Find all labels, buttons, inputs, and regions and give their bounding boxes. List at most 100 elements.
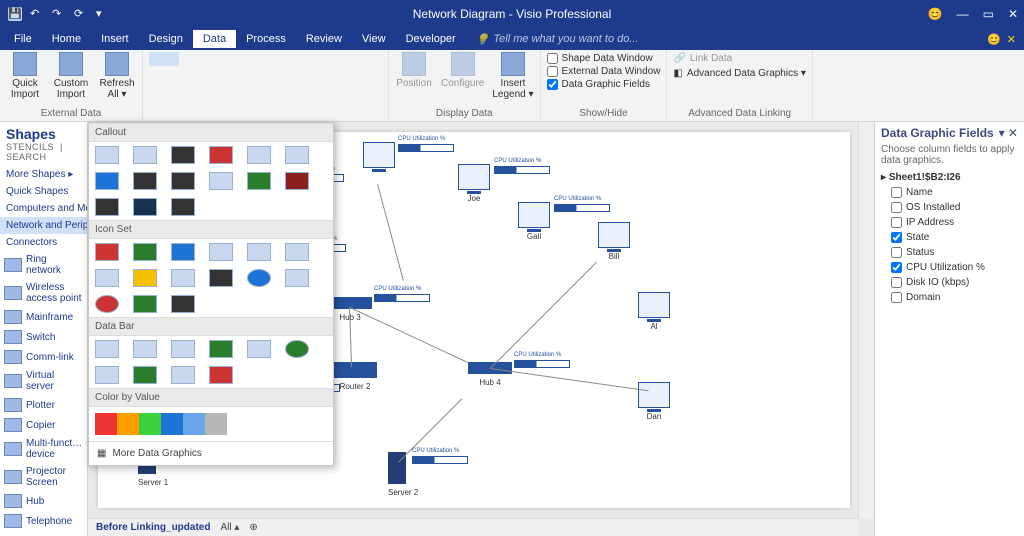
redo-icon[interactable]: ↷ bbox=[52, 7, 66, 21]
shape-item[interactable]: Mainframe bbox=[0, 307, 87, 327]
shape-item[interactable]: Multi-funct… device bbox=[0, 435, 87, 463]
node-bill[interactable]: Bill bbox=[598, 222, 630, 261]
shape-item[interactable]: Telephone bbox=[0, 511, 87, 531]
color-swatch[interactable] bbox=[95, 413, 117, 435]
color-swatch[interactable] bbox=[205, 413, 227, 435]
dgf-root[interactable]: ▸ Sheet1!$B2:I26 bbox=[881, 170, 1018, 185]
callout-option[interactable] bbox=[133, 172, 157, 190]
databar-option[interactable] bbox=[171, 366, 195, 384]
dgf-field[interactable]: State bbox=[881, 230, 1018, 245]
databar-option[interactable] bbox=[133, 340, 157, 358]
databar-option[interactable] bbox=[209, 340, 233, 358]
databar-option[interactable] bbox=[133, 366, 157, 384]
quick-import-button[interactable]: Quick Import bbox=[6, 52, 44, 100]
shape-item[interactable]: Wireless access point bbox=[0, 279, 87, 307]
iconset-option[interactable] bbox=[247, 269, 271, 287]
tab-developer[interactable]: Developer bbox=[396, 30, 466, 48]
callout-option[interactable] bbox=[95, 198, 119, 216]
color-swatch[interactable] bbox=[139, 413, 161, 435]
color-swatch[interactable] bbox=[183, 413, 205, 435]
dgf-field[interactable]: CPU Utilization % bbox=[881, 260, 1018, 275]
node-gail[interactable]: Gail bbox=[518, 202, 550, 241]
more-data-graphics[interactable]: ▦More Data Graphics bbox=[89, 441, 333, 465]
iconset-option[interactable] bbox=[209, 243, 233, 261]
tab-home[interactable]: Home bbox=[42, 30, 91, 48]
node-al[interactable]: Al bbox=[638, 292, 670, 331]
callout-option[interactable] bbox=[171, 146, 195, 164]
qat-more-icon[interactable]: ▾ bbox=[96, 7, 110, 21]
dgf-field[interactable]: OS Installed bbox=[881, 200, 1018, 215]
tab-data[interactable]: Data bbox=[193, 30, 236, 48]
databar-option[interactable] bbox=[95, 366, 119, 384]
iconset-option[interactable] bbox=[247, 243, 271, 261]
node-hub4[interactable]: Hub 4 bbox=[468, 362, 512, 387]
dgf-field[interactable]: Domain bbox=[881, 290, 1018, 305]
databar-option[interactable] bbox=[209, 366, 233, 384]
insert-legend-button[interactable]: Insert Legend ▾ bbox=[492, 52, 533, 100]
iconset-option[interactable] bbox=[171, 269, 195, 287]
emoji-help-icon[interactable]: 😊 ✕ bbox=[987, 33, 1016, 46]
databar-option[interactable] bbox=[247, 340, 271, 358]
shape-item[interactable]: Switch bbox=[0, 327, 87, 347]
callout-option[interactable] bbox=[95, 172, 119, 190]
databar-option[interactable] bbox=[285, 340, 309, 358]
iconset-option[interactable] bbox=[133, 243, 157, 261]
sheet-tab[interactable]: Before Linking_updated bbox=[96, 522, 210, 533]
all-pages[interactable]: All ▴ bbox=[220, 522, 239, 533]
iconset-option[interactable] bbox=[171, 243, 195, 261]
callout-option[interactable] bbox=[133, 146, 157, 164]
iconset-option[interactable] bbox=[285, 269, 309, 287]
position-button[interactable]: Position bbox=[395, 52, 433, 89]
callout-option[interactable] bbox=[171, 172, 195, 190]
custom-import-button[interactable]: Custom Import bbox=[52, 52, 90, 100]
databar-option[interactable] bbox=[95, 340, 119, 358]
node-pc-top[interactable] bbox=[363, 142, 395, 168]
more-shapes-link[interactable]: More Shapes ▸ bbox=[0, 166, 87, 183]
refresh-icon[interactable]: ⟳ bbox=[74, 7, 88, 21]
shape-item[interactable]: Hub bbox=[0, 491, 87, 511]
shape-item[interactable]: Plotter bbox=[0, 395, 87, 415]
tab-design[interactable]: Design bbox=[139, 30, 193, 48]
iconset-option[interactable] bbox=[133, 269, 157, 287]
advanced-dg-button[interactable]: ◧Advanced Data Graphics ▾ bbox=[673, 67, 805, 80]
tab-insert[interactable]: Insert bbox=[91, 30, 139, 48]
color-swatch[interactable] bbox=[161, 413, 183, 435]
callout-option[interactable] bbox=[209, 146, 233, 164]
color-swatch[interactable] bbox=[117, 413, 139, 435]
shapes-subtabs[interactable]: STENCILS | SEARCH bbox=[0, 142, 87, 166]
tab-view[interactable]: View bbox=[352, 30, 396, 48]
dgf-field[interactable]: IP Address bbox=[881, 215, 1018, 230]
link-data-button[interactable]: 🔗Link Data bbox=[673, 52, 732, 65]
undo-icon[interactable]: ↶ bbox=[30, 7, 44, 21]
network-peripherals-link[interactable]: Network and Peripherals bbox=[0, 217, 87, 234]
dgf-field[interactable]: Name bbox=[881, 185, 1018, 200]
quick-shapes-link[interactable]: Quick Shapes bbox=[0, 183, 87, 200]
shape-item[interactable]: Ring network bbox=[0, 251, 87, 279]
tab-review[interactable]: Review bbox=[296, 30, 352, 48]
iconset-option[interactable] bbox=[95, 295, 119, 313]
node-router2[interactable]: Router 2 bbox=[333, 362, 377, 391]
tab-file[interactable]: File bbox=[4, 30, 42, 48]
callout-option[interactable] bbox=[285, 172, 309, 190]
iconset-option[interactable] bbox=[95, 269, 119, 287]
iconset-option[interactable] bbox=[209, 269, 233, 287]
vertical-scrollbar[interactable] bbox=[858, 122, 874, 518]
minimize-icon[interactable]: — bbox=[957, 7, 969, 21]
dgf-field[interactable]: Status bbox=[881, 245, 1018, 260]
databar-option[interactable] bbox=[171, 340, 195, 358]
shape-item[interactable]: Virtual server bbox=[0, 367, 87, 395]
tell-me[interactable]: 💡Tell me what you want to do... bbox=[476, 33, 639, 46]
dgf-field[interactable]: Disk IO (kbps) bbox=[881, 275, 1018, 290]
configure-button[interactable]: Configure bbox=[441, 52, 484, 89]
connectors-link[interactable]: Connectors bbox=[0, 234, 87, 251]
shape-item[interactable]: Projector Screen bbox=[0, 463, 87, 491]
maximize-icon[interactable]: ▭ bbox=[983, 7, 994, 21]
close-icon[interactable]: ✕ bbox=[1008, 7, 1018, 21]
callout-option[interactable] bbox=[171, 198, 195, 216]
callout-option[interactable] bbox=[95, 146, 119, 164]
shape-item[interactable]: Copier bbox=[0, 415, 87, 435]
shape-item[interactable]: Comm-link bbox=[0, 347, 87, 367]
callout-option[interactable] bbox=[133, 198, 157, 216]
iconset-option[interactable] bbox=[95, 243, 119, 261]
ribbon-group-data-graphics-gallery[interactable] bbox=[143, 50, 389, 121]
